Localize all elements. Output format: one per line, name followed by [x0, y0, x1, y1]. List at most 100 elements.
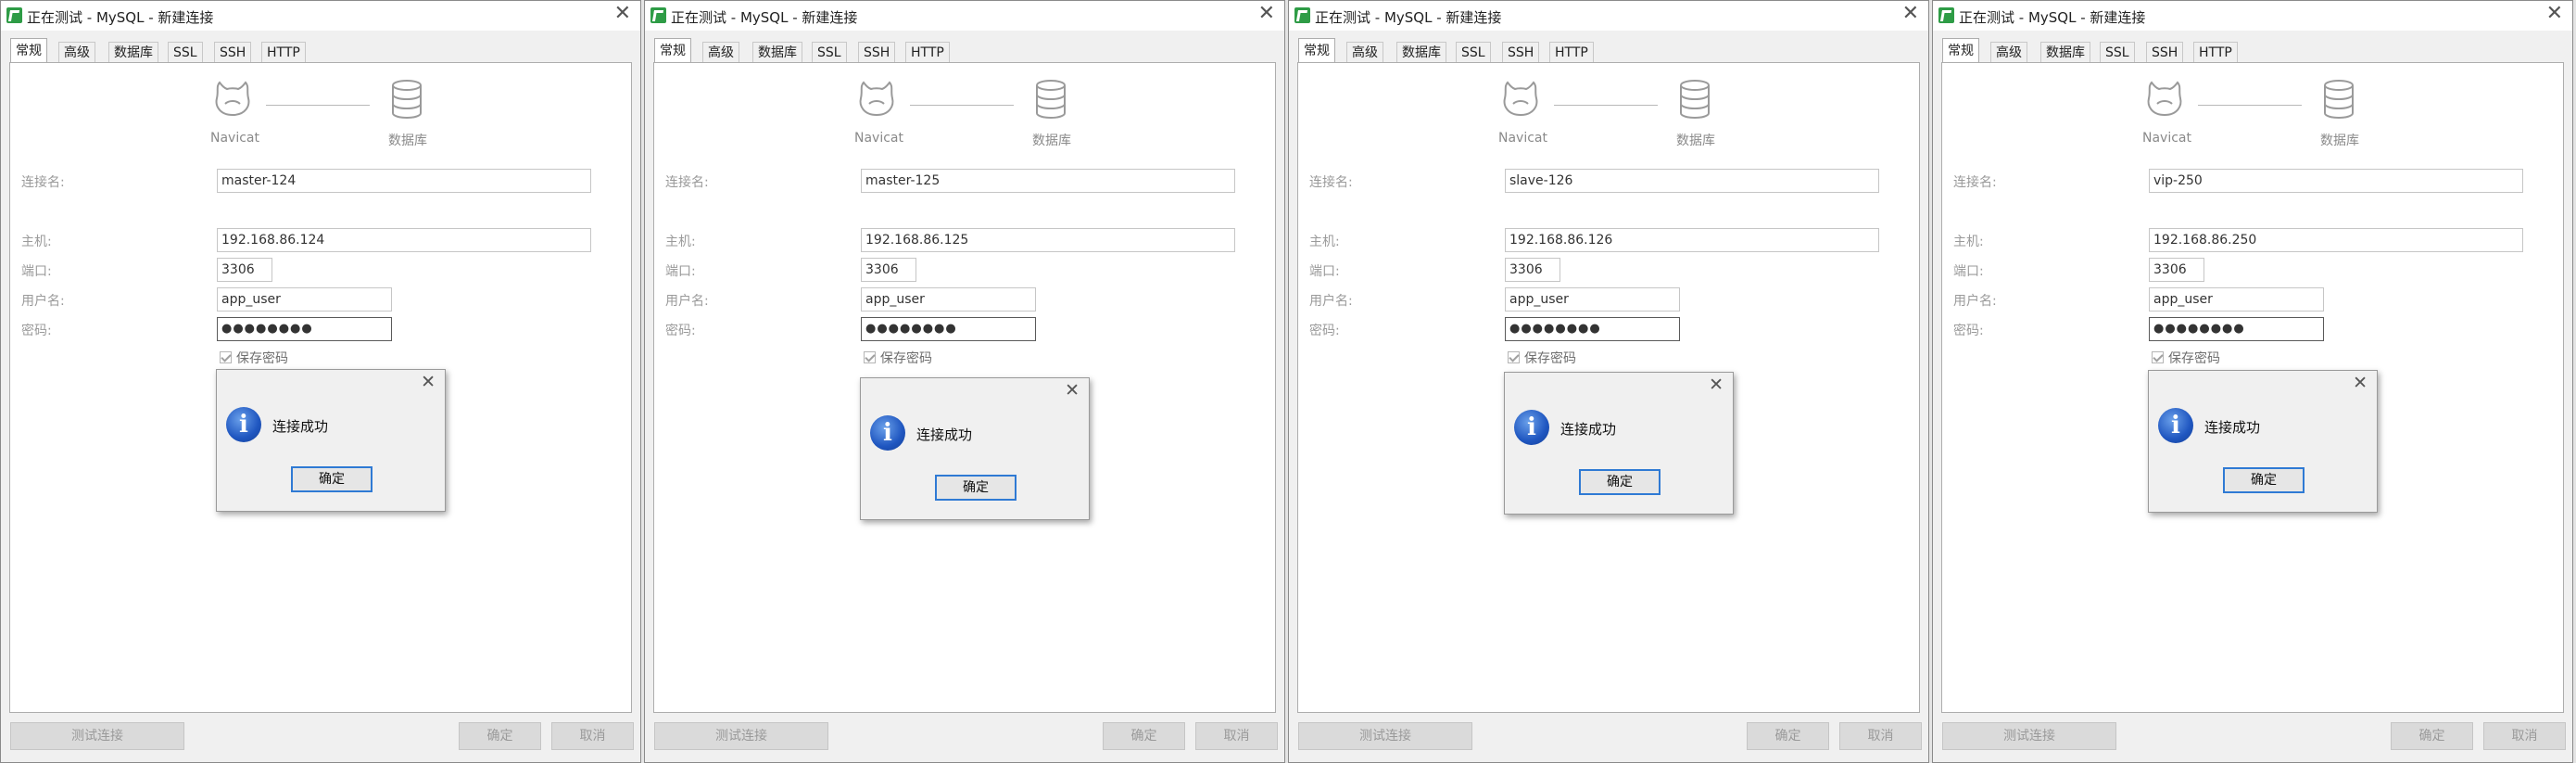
tab-ssh[interactable]: SSH [858, 42, 896, 62]
password-input[interactable]: ●●●●●●●● [861, 317, 1036, 341]
title-bar[interactable]: 正在测试 - MySQL - 新建连接 ✕ [1, 1, 640, 31]
tab-databases[interactable]: 数据库 [108, 42, 158, 62]
cancel-button[interactable]: 取消 [551, 722, 634, 750]
connection-window: 正在测试 - MySQL - 新建连接 ✕ 常规 高级 数据库 SSL SSH … [1288, 0, 1929, 763]
password-input[interactable]: ●●●●●●●● [1505, 317, 1680, 341]
tab-general[interactable]: 常规 [1298, 38, 1335, 62]
navicat-app-icon [6, 7, 22, 23]
tab-databases[interactable]: 数据库 [2040, 42, 2090, 62]
tab-advanced[interactable]: 高级 [1990, 42, 2027, 62]
port-label: 端口: [1309, 264, 1340, 279]
username-input[interactable]: app_user [861, 287, 1036, 312]
ok-button[interactable]: 确定 [2391, 722, 2473, 750]
dialog-ok-button[interactable]: 确定 [1579, 469, 1661, 495]
connection-name-label: 连接名: [1953, 175, 1997, 190]
connection-name-input[interactable]: slave-126 [1505, 169, 1879, 193]
tab-databases[interactable]: 数据库 [752, 42, 802, 62]
dialog-message: 连接成功 [2204, 419, 2261, 436]
port-label: 端口: [665, 264, 696, 279]
password-label: 密码: [1309, 324, 1340, 338]
username-input[interactable]: app_user [217, 287, 392, 312]
tab-http[interactable]: HTTP [2193, 42, 2238, 62]
test-connection-button[interactable]: 测试连接 [10, 722, 184, 750]
ok-button[interactable]: 确定 [1103, 722, 1185, 750]
title-bar[interactable]: 正在测试 - MySQL - 新建连接 ✕ [1933, 1, 2572, 31]
host-input[interactable]: 192.168.86.124 [217, 228, 591, 252]
port-input[interactable]: 3306 [1505, 258, 1560, 282]
host-input[interactable]: 192.168.86.250 [2149, 228, 2523, 252]
password-input[interactable]: ●●●●●●●● [2149, 317, 2324, 341]
tab-advanced[interactable]: 高级 [58, 42, 95, 62]
cancel-button[interactable]: 取消 [1839, 722, 1922, 750]
connection-success-dialog: ✕ i 连接成功 确定 [216, 369, 446, 512]
dialog-ok-button[interactable]: 确定 [291, 466, 373, 492]
port-input[interactable]: 3306 [217, 258, 272, 282]
test-connection-button[interactable]: 测试连接 [1942, 722, 2116, 750]
cancel-button[interactable]: 取消 [2483, 722, 2566, 750]
dialog-close-icon[interactable]: ✕ [1065, 380, 1080, 401]
tab-general[interactable]: 常规 [1942, 38, 1979, 62]
tab-advanced[interactable]: 高级 [1346, 42, 1383, 62]
host-input[interactable]: 192.168.86.126 [1505, 228, 1879, 252]
tab-ssl[interactable]: SSL [168, 42, 203, 62]
dialog-ok-button[interactable]: 确定 [2223, 467, 2305, 493]
tab-ssl[interactable]: SSL [2100, 42, 2135, 62]
title-bar[interactable]: 正在测试 - MySQL - 新建连接 ✕ [1289, 1, 1928, 31]
dialog-close-icon[interactable]: ✕ [421, 372, 436, 392]
host-input[interactable]: 192.168.86.125 [861, 228, 1235, 252]
tab-databases[interactable]: 数据库 [1396, 42, 1446, 62]
navicat-label: Navicat [2142, 131, 2191, 146]
dialog-close-icon[interactable]: ✕ [1709, 375, 1724, 395]
test-connection-button[interactable]: 测试连接 [654, 722, 828, 750]
navicat-label: Navicat [854, 131, 903, 146]
connection-name-input[interactable]: master-125 [861, 169, 1235, 193]
username-label: 用户名: [1953, 294, 1997, 309]
tab-http[interactable]: HTTP [905, 42, 950, 62]
host-label: 主机: [21, 235, 52, 249]
host-label: 主机: [1953, 235, 1984, 249]
navicat-icon [215, 81, 250, 117]
database-icon [392, 80, 422, 120]
port-input[interactable]: 3306 [2149, 258, 2204, 282]
port-input[interactable]: 3306 [861, 258, 916, 282]
username-label: 用户名: [665, 294, 709, 309]
dialog-ok-button[interactable]: 确定 [935, 475, 1017, 501]
save-password-checkbox[interactable] [1508, 351, 1520, 363]
ok-button[interactable]: 确定 [1747, 722, 1829, 750]
save-password-checkbox[interactable] [2152, 351, 2164, 363]
tab-general[interactable]: 常规 [654, 38, 691, 62]
username-input[interactable]: app_user [1505, 287, 1680, 312]
test-connection-button[interactable]: 测试连接 [1298, 722, 1472, 750]
close-icon[interactable]: ✕ [614, 4, 631, 24]
tab-general[interactable]: 常规 [10, 38, 47, 62]
connection-name-input[interactable]: vip-250 [2149, 169, 2523, 193]
close-icon[interactable]: ✕ [2546, 4, 2563, 24]
cancel-button[interactable]: 取消 [1195, 722, 1278, 750]
connection-success-dialog: ✕ i 连接成功 确定 [2148, 370, 2378, 513]
password-input[interactable]: ●●●●●●●● [217, 317, 392, 341]
connection-name-input[interactable]: master-124 [217, 169, 591, 193]
title-bar[interactable]: 正在测试 - MySQL - 新建连接 ✕ [645, 1, 1284, 31]
host-label: 主机: [1309, 235, 1340, 249]
tab-ssh[interactable]: SSH [214, 42, 252, 62]
tab-ssh[interactable]: SSH [2146, 42, 2184, 62]
info-icon: i [870, 415, 905, 451]
database-icon [2324, 80, 2354, 120]
tab-ssl[interactable]: SSL [812, 42, 847, 62]
dialog-close-icon[interactable]: ✕ [2353, 373, 2368, 393]
connection-window: 正在测试 - MySQL - 新建连接 ✕ 常规 高级 数据库 SSL SSH … [644, 0, 1285, 763]
save-password-checkbox[interactable] [864, 351, 876, 363]
tab-http[interactable]: HTTP [1549, 42, 1594, 62]
password-label: 密码: [21, 324, 52, 338]
tab-advanced[interactable]: 高级 [702, 42, 739, 62]
ok-button[interactable]: 确定 [459, 722, 541, 750]
connection-success-dialog: ✕ i 连接成功 确定 [1504, 372, 1734, 515]
close-icon[interactable]: ✕ [1258, 4, 1275, 24]
username-input[interactable]: app_user [2149, 287, 2324, 312]
tab-ssl[interactable]: SSL [1456, 42, 1491, 62]
username-label: 用户名: [21, 294, 65, 309]
tab-ssh[interactable]: SSH [1502, 42, 1540, 62]
save-password-checkbox[interactable] [220, 351, 232, 363]
tab-http[interactable]: HTTP [261, 42, 306, 62]
close-icon[interactable]: ✕ [1902, 4, 1919, 24]
